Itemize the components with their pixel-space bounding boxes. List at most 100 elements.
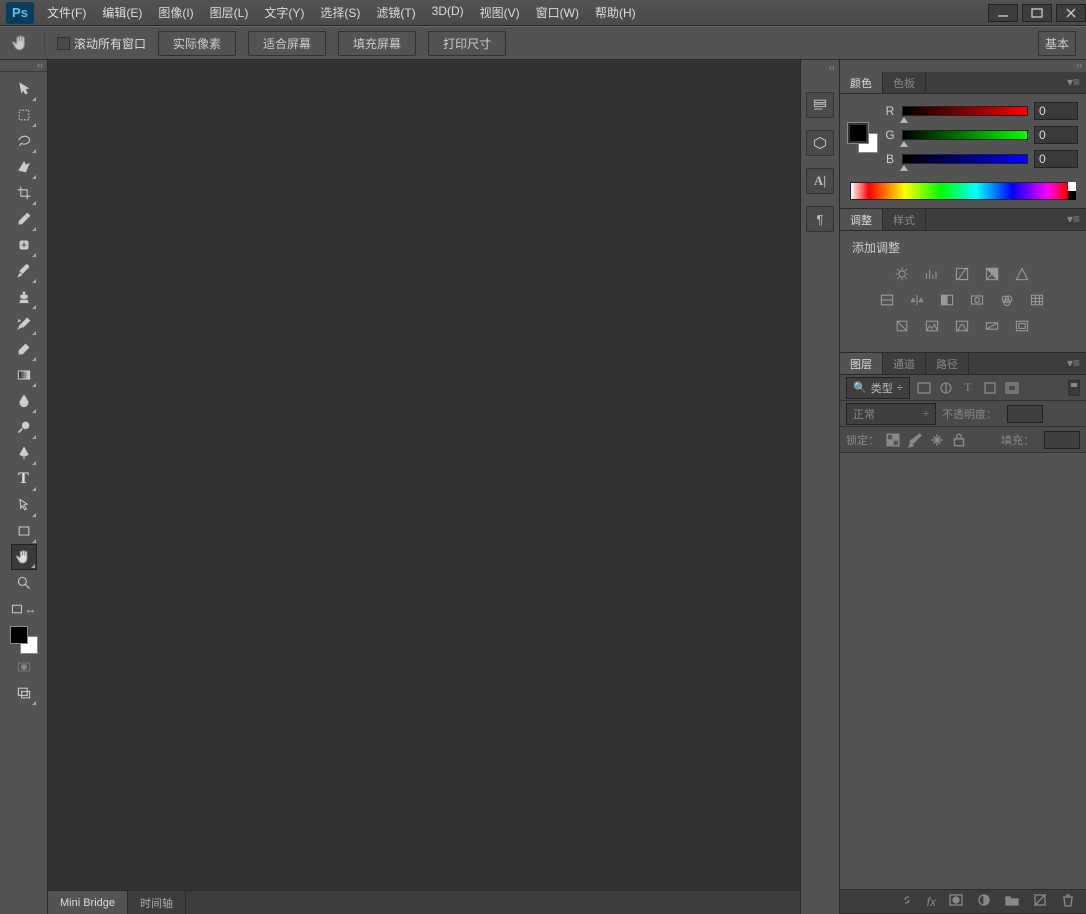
menu-3d[interactable]: 3D(D): [425, 1, 471, 24]
b-value-field[interactable]: 0: [1034, 150, 1078, 168]
new-layer-icon[interactable]: [1032, 892, 1048, 911]
fill-field[interactable]: [1044, 431, 1080, 449]
panels-collapse-handle[interactable]: ››: [840, 60, 1086, 72]
fit-screen-button[interactable]: 适合屏幕: [248, 31, 326, 56]
photo-filter-icon[interactable]: [969, 292, 987, 308]
black-white-icon[interactable]: [939, 292, 957, 308]
clone-stamp-tool[interactable]: [11, 284, 37, 310]
tool-collapse-handle[interactable]: ››: [0, 60, 47, 72]
zoom-tool[interactable]: [11, 570, 37, 596]
posterize-icon[interactable]: [924, 318, 942, 334]
gradient-tool[interactable]: [11, 362, 37, 388]
curves-icon[interactable]: [954, 266, 972, 282]
tab-swatches[interactable]: 色板: [883, 72, 926, 93]
color-swatch-pair[interactable]: [848, 123, 878, 153]
paragraph-panel-icon[interactable]: ¶: [806, 206, 834, 232]
properties-panel-icon[interactable]: [806, 130, 834, 156]
blend-mode-dropdown[interactable]: 正常÷: [846, 403, 936, 425]
hand-tool-icon[interactable]: [10, 32, 32, 54]
brightness-icon[interactable]: [894, 266, 912, 282]
quick-select-tool[interactable]: [11, 154, 37, 180]
selective-color-icon[interactable]: [1014, 318, 1032, 334]
layers-list[interactable]: [840, 453, 1086, 889]
color-lookup-icon[interactable]: [1029, 292, 1047, 308]
tab-mini-bridge[interactable]: Mini Bridge: [48, 891, 128, 914]
fx-icon[interactable]: fx: [927, 895, 936, 909]
color-balance-icon[interactable]: [909, 292, 927, 308]
threshold-icon[interactable]: [954, 318, 972, 334]
path-select-tool[interactable]: [11, 492, 37, 518]
filter-smart-icon[interactable]: [1004, 380, 1020, 396]
foreground-swatch[interactable]: [10, 626, 28, 644]
group-icon[interactable]: [1004, 892, 1020, 911]
minimize-button[interactable]: [988, 4, 1018, 22]
edit-toolbar-button[interactable]: ↔: [11, 596, 37, 622]
blur-tool[interactable]: [11, 388, 37, 414]
filter-toggle[interactable]: [1068, 380, 1080, 396]
healing-brush-tool[interactable]: [11, 232, 37, 258]
history-panel-icon[interactable]: [806, 92, 834, 118]
pen-tool[interactable]: [11, 440, 37, 466]
g-value-field[interactable]: 0: [1034, 126, 1078, 144]
menu-layer[interactable]: 图层(L): [203, 1, 256, 24]
rectangle-tool[interactable]: [11, 518, 37, 544]
exposure-icon[interactable]: [984, 266, 1002, 282]
screen-mode-toggle[interactable]: [11, 680, 37, 706]
history-brush-tool[interactable]: [11, 310, 37, 336]
close-button[interactable]: [1056, 4, 1086, 22]
filter-pixel-icon[interactable]: [916, 380, 932, 396]
filter-type-icon[interactable]: T: [960, 380, 976, 396]
tab-channels[interactable]: 通道: [883, 353, 926, 374]
layers-panel-menu-icon[interactable]: ▾≡: [1061, 353, 1086, 374]
tab-paths[interactable]: 路径: [926, 353, 969, 374]
crop-tool[interactable]: [11, 180, 37, 206]
eraser-tool[interactable]: [11, 336, 37, 362]
type-tool[interactable]: T: [11, 466, 37, 492]
lock-all-icon[interactable]: [951, 432, 967, 448]
levels-icon[interactable]: [924, 266, 942, 282]
link-layers-icon[interactable]: [899, 892, 915, 911]
tab-layers[interactable]: 图层: [840, 353, 883, 374]
trash-icon[interactable]: [1060, 892, 1076, 911]
mini-fg-swatch[interactable]: [848, 123, 868, 143]
eyedropper-tool[interactable]: [11, 206, 37, 232]
menu-view[interactable]: 视图(V): [473, 1, 527, 24]
workspace-switcher[interactable]: 基本: [1038, 31, 1076, 56]
menu-edit[interactable]: 编辑(E): [95, 1, 149, 24]
dodge-tool[interactable]: [11, 414, 37, 440]
print-size-button[interactable]: 打印尺寸: [428, 31, 506, 56]
actual-pixels-button[interactable]: 实际像素: [158, 31, 236, 56]
tab-adjustments[interactable]: 调整: [840, 209, 883, 230]
r-slider[interactable]: [902, 106, 1028, 116]
lasso-tool[interactable]: [11, 128, 37, 154]
opacity-field[interactable]: [1007, 405, 1043, 423]
menu-image[interactable]: 图像(I): [151, 1, 200, 24]
g-slider[interactable]: [902, 130, 1028, 140]
filter-adjust-icon[interactable]: [938, 380, 954, 396]
color-swatches[interactable]: [10, 626, 38, 654]
tab-timeline[interactable]: 时间轴: [128, 891, 186, 914]
hue-sat-icon[interactable]: [879, 292, 897, 308]
menu-select[interactable]: 选择(S): [313, 1, 367, 24]
menu-filter[interactable]: 滤镜(T): [369, 1, 422, 24]
maximize-button[interactable]: [1022, 4, 1052, 22]
r-value-field[interactable]: 0: [1034, 102, 1078, 120]
fill-adjust-icon[interactable]: [976, 892, 992, 911]
color-panel-menu-icon[interactable]: ▾≡: [1061, 72, 1086, 93]
b-slider[interactable]: [902, 154, 1028, 164]
marquee-tool[interactable]: [11, 102, 37, 128]
lock-paint-icon[interactable]: [907, 432, 923, 448]
iconbar-collapse-handle[interactable]: ‹‹: [829, 62, 839, 74]
vibrance-icon[interactable]: [1014, 266, 1032, 282]
adjust-panel-menu-icon[interactable]: ▾≡: [1061, 209, 1086, 230]
scroll-all-windows-checkbox[interactable]: 滚动所有窗口: [57, 35, 146, 52]
hand-tool[interactable]: [11, 544, 37, 570]
filter-kind-dropdown[interactable]: 🔍类型÷: [846, 377, 910, 399]
lock-position-icon[interactable]: [929, 432, 945, 448]
filter-shape-icon[interactable]: [982, 380, 998, 396]
tab-styles[interactable]: 样式: [883, 209, 926, 230]
lock-pixels-icon[interactable]: [885, 432, 901, 448]
invert-icon[interactable]: [894, 318, 912, 334]
menu-file[interactable]: 文件(F): [40, 1, 93, 24]
brush-tool[interactable]: [11, 258, 37, 284]
